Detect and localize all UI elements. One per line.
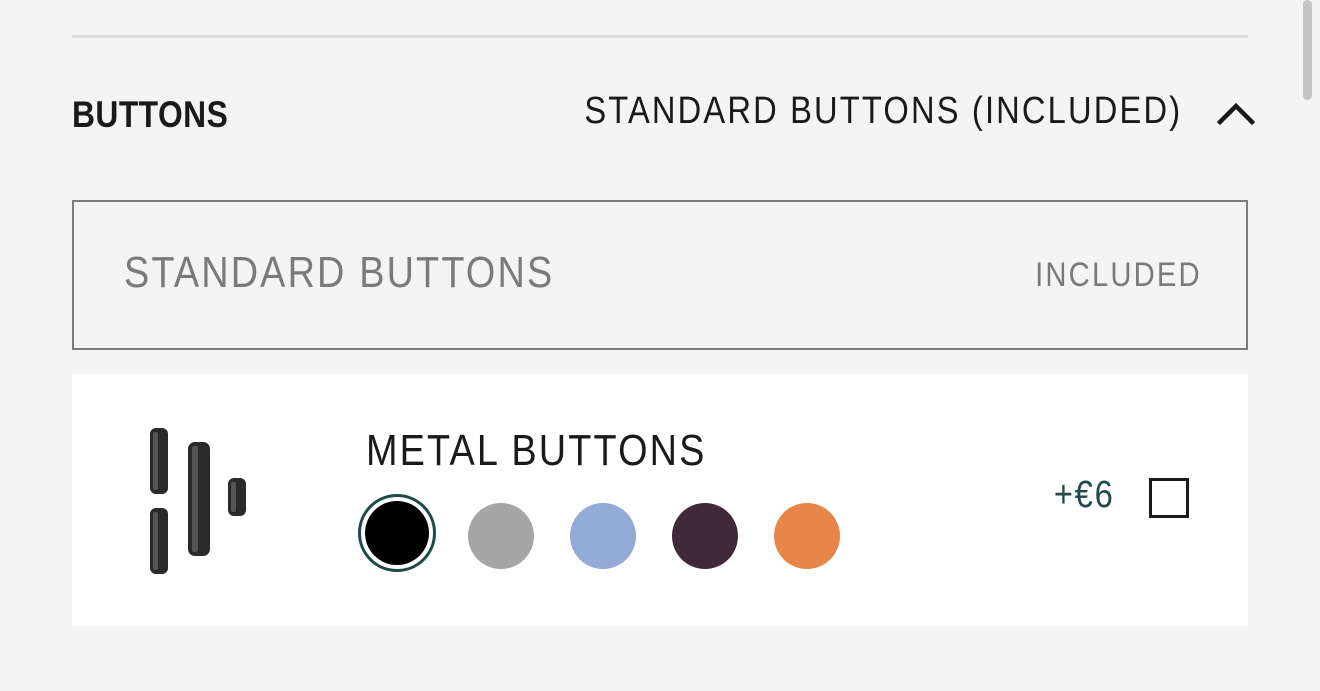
metal-buttons-checkbox[interactable] (1149, 478, 1189, 518)
scrollbar[interactable] (1303, 0, 1312, 100)
option-name: METAL BUTTONS (366, 426, 707, 475)
metal-buttons-icon (150, 428, 246, 574)
divider (72, 35, 1248, 38)
swatch-fill (365, 501, 429, 565)
option-standard-buttons[interactable]: STANDARD BUTTONS INCLUDED (72, 200, 1248, 350)
page: BUTTONS STANDARD BUTTONS (INCLUDED) STAN… (0, 0, 1320, 691)
selected-option-summary: STANDARD BUTTONS (INCLUDED) (584, 90, 1182, 132)
color-swatches (358, 494, 858, 576)
swatch-black[interactable] (358, 494, 436, 572)
option-name: STANDARD BUTTONS (124, 248, 555, 297)
option-price: +€6 (1053, 474, 1114, 516)
swatch-grey[interactable] (468, 503, 534, 569)
swatch-light-blue[interactable] (570, 503, 636, 569)
chevron-up-icon[interactable] (1216, 94, 1256, 134)
swatch-plum[interactable] (672, 503, 738, 569)
swatch-orange[interactable] (774, 503, 840, 569)
section-title: BUTTONS (72, 94, 229, 135)
option-price: INCLUDED (1035, 256, 1202, 294)
option-metal-buttons[interactable]: METAL BUTTONS +€6 (72, 374, 1248, 626)
buttons-section-header[interactable]: BUTTONS STANDARD BUTTONS (INCLUDED) (72, 88, 1256, 148)
